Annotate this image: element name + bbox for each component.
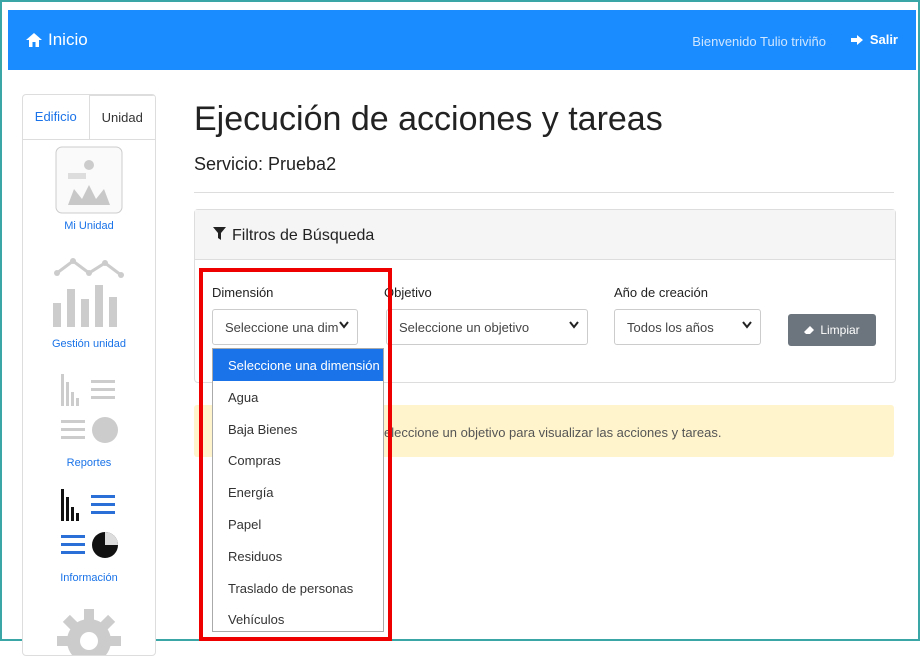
filter-icon [213, 227, 226, 240]
building-icon [55, 146, 123, 214]
sidebar-item-reportes[interactable]: Reportes [23, 370, 155, 469]
home-icon [26, 33, 42, 47]
sidebar-item-label: Gestión unidad [52, 338, 126, 350]
dropdown-option[interactable]: Papel [213, 508, 383, 540]
dropdown-option[interactable]: Baja Bienes [213, 413, 383, 445]
clear-button[interactable]: Limpiar [788, 314, 876, 346]
sidebar-item-configuracion[interactable] [23, 605, 155, 655]
dropdown-option[interactable]: Vehículos [213, 603, 383, 635]
gear-icon [57, 609, 121, 655]
year-select-value: Todos los años [627, 320, 714, 335]
sidebar-item-label: Reportes [66, 457, 112, 469]
welcome-text: Bienvenido Tulio triviño [692, 34, 826, 49]
dropdown-option[interactable]: Traslado de personas [213, 572, 383, 604]
logout-label: Salir [869, 32, 898, 47]
dropdown-option[interactable]: Residuos [213, 540, 383, 572]
dimension-select[interactable]: Seleccione una dim [212, 309, 358, 345]
sidebar-tabs: Edificio Unidad [23, 95, 155, 140]
dropdown-option[interactable]: Seleccione una dimensión [213, 349, 383, 381]
home-link[interactable]: Inicio [26, 30, 88, 50]
page-subtitle: Servicio: Prueba2 [194, 154, 337, 174]
sidebar-item-label: Información [60, 572, 118, 584]
clear-button-label: Limpiar [820, 323, 860, 337]
info-charts-icon [61, 489, 118, 558]
objective-label: Objetivo [384, 285, 432, 300]
page-title: Ejecución de acciones y tareas [194, 100, 663, 138]
line-bar-chart-icon [53, 258, 124, 327]
report-charts-icon [61, 374, 118, 443]
eraser-icon [804, 326, 815, 334]
tab-unidad[interactable]: Unidad [88, 95, 155, 139]
chevron-down-icon [339, 321, 349, 329]
dimension-dropdown: Seleccione una dimensión Agua Baja Biene… [212, 348, 384, 632]
top-navbar: Inicio Bienvenido Tulio triviño Salir [8, 10, 916, 70]
divider [194, 192, 894, 193]
year-select[interactable]: Todos los años [614, 309, 761, 345]
dimension-select-value: Seleccione una dim [225, 320, 339, 335]
sidebar-item-informacion[interactable]: Información [23, 485, 155, 584]
dimension-label: Dimensión [212, 285, 274, 300]
logout-link[interactable]: Salir [850, 32, 898, 47]
alert-text: eleccione un objetivo para visualizar la… [384, 425, 722, 440]
sidebar-item-gestion-unidad[interactable]: Gestión unidad [23, 255, 155, 350]
dropdown-option[interactable]: Compras [213, 444, 383, 476]
sidebar-item-label: Mi Unidad [64, 220, 114, 232]
tab-edificio[interactable]: Edificio [23, 95, 89, 139]
objective-select-value: Seleccione un objetivo [399, 320, 530, 335]
sidebar-item-mi-unidad[interactable]: Mi Unidad [23, 145, 155, 232]
dropdown-option[interactable]: Agua [213, 381, 383, 413]
year-label: Año de creación [614, 285, 708, 300]
sidebar: Edificio Unidad Mi Unidad Gestión unidad [22, 94, 156, 656]
objective-select[interactable]: Seleccione un objetivo [386, 309, 588, 345]
brand-label: Inicio [48, 30, 88, 49]
filters-title: Filtros de Búsqueda [232, 227, 375, 244]
sign-out-icon [850, 34, 863, 45]
chevron-down-icon [569, 321, 579, 329]
chevron-down-icon [742, 321, 752, 329]
filters-header: Filtros de Búsqueda [195, 210, 895, 260]
dropdown-option[interactable]: Energía [213, 476, 383, 508]
